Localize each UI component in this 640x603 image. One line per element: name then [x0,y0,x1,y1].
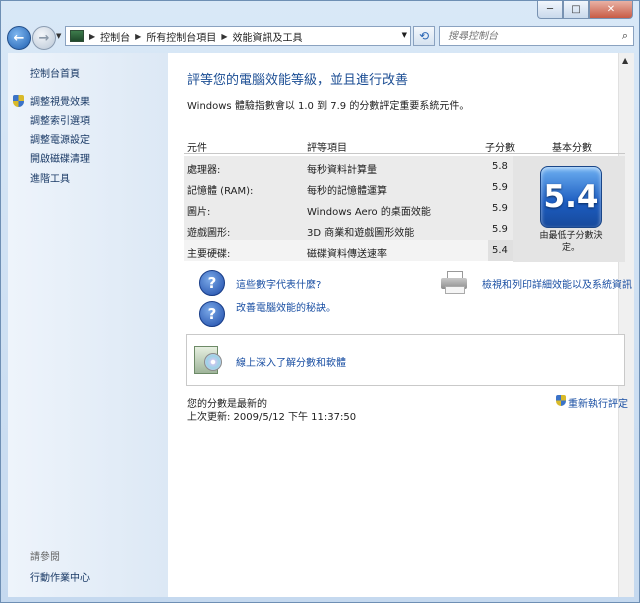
row-rating: 磁碟資料傳送速率 [307,249,387,260]
row-component: 記憶體 (RAM): [187,186,254,197]
tips-question-icon: ? [199,301,225,327]
row-rating: Windows Aero 的桌面效能 [307,207,431,218]
sidebar-link-advanced[interactable]: 進階工具 [30,170,70,185]
breadcrumb-control-panel[interactable]: 控制台 [100,29,130,44]
help-question-icon: ? [199,270,225,296]
row-component: 處理器: [187,165,221,176]
minimize-button[interactable]: ─ [537,1,563,19]
refresh-button[interactable]: ⟲ [413,26,435,46]
control-panel-window: ─ □ ✕ ← → ▼ ▶ 控制台 ▶ 所有控制台項目 ▶ 效能資訊及工具 ▼ … [0,0,640,603]
sidebar-link-disk-cleanup[interactable]: 開啟磁碟清理 [30,150,90,165]
sidebar-link-power[interactable]: 調整電源設定 [30,131,90,146]
software-disc-icon [194,343,222,374]
back-arrow-icon: ← [13,30,25,46]
caption-buttons: ─ □ ✕ [537,1,633,19]
maximize-button[interactable]: □ [563,1,589,19]
row-component: 主要硬碟: [187,249,231,260]
forward-button[interactable]: → [32,26,56,50]
vertical-scrollbar[interactable]: ▲ [618,53,634,597]
refresh-icon: ⟲ [418,29,430,43]
online-learn-more-link[interactable]: 線上深入了解分數和軟體 [236,354,346,369]
breadcrumb-all-items[interactable]: 所有控制台項目 [146,29,216,44]
printer-icon [441,271,469,294]
base-score-badge: 5.4 [540,166,602,228]
base-score-caption: 由最低子分數決定。 [539,231,603,253]
what-numbers-mean-link[interactable]: 這些數字代表什麼? [236,276,321,291]
row-subscore: 5.9 [492,203,508,214]
sidebar-link-visual-effects[interactable]: 調整視覺效果 [30,93,90,108]
address-bar[interactable]: ▶ 控制台 ▶ 所有控制台項目 ▶ 效能資訊及工具 ▼ [65,26,411,46]
sidebar-link-action-center[interactable]: 行動作業中心 [30,569,90,584]
performance-tips-link[interactable]: 改善電腦效能的秘訣。 [236,299,336,314]
last-update-text: 上次更新: 2009/5/12 下午 11:37:50 [187,412,357,423]
table-header-divider [184,153,625,154]
close-button[interactable]: ✕ [589,1,633,19]
row-subscore: 5.8 [492,161,508,172]
sidebar-link-indexing[interactable]: 調整索引選項 [30,112,90,127]
search-box[interactable]: ⌕ [439,26,634,46]
breadcrumb-separator-icon[interactable]: ▶ [135,32,141,41]
page-title: 評等您的電腦效能等級，並且進行改善 [187,73,409,88]
back-button[interactable]: ← [7,26,31,50]
row-rating: 每秒資料計算量 [307,165,377,176]
breadcrumb-separator-icon[interactable]: ▶ [89,32,95,41]
search-icon[interactable]: ⌕ [622,29,628,43]
uac-shield-icon [13,95,24,107]
column-header-rating: 評等項目 [307,143,347,154]
see-also-heading: 請參閱 [30,552,60,563]
column-header-base-score: 基本分數 [552,143,592,154]
control-panel-icon [70,30,84,42]
print-details-link[interactable]: 檢視和列印詳細效能以及系統資訊 [482,276,632,291]
page-subtitle: Windows 體驗指數會以 1.0 到 7.9 的分數評定重要系統元件。 [187,101,470,112]
sidebar-link-home[interactable]: 控制台首頁 [30,65,80,80]
row-rating: 3D 商業和遊戲圖形效能 [307,228,415,239]
row-rating: 每秒的記憶體運算 [307,186,387,197]
row-subscore: 5.4 [492,245,508,256]
row-subscore: 5.9 [492,182,508,193]
navigation-bar: ← → ▼ ▶ 控制台 ▶ 所有控制台項目 ▶ 效能資訊及工具 ▼ ⟲ ⌕ [1,23,640,51]
scroll-up-icon[interactable]: ▲ [622,56,628,65]
recent-pages-dropdown[interactable]: ▼ [56,32,61,40]
breadcrumb-separator-icon[interactable]: ▶ [221,32,227,41]
row-component: 圖片: [187,207,211,218]
search-input[interactable] [446,29,610,43]
breadcrumb-performance[interactable]: 效能資訊及工具 [232,29,302,44]
column-header-subscore: 子分數 [485,143,515,154]
row-component: 遊戲圖形: [187,228,231,239]
row-subscore: 5.9 [492,224,508,235]
rerun-assessment-link[interactable]: 重新執行評定 [568,395,628,410]
address-dropdown-icon[interactable]: ▼ [402,31,407,39]
forward-arrow-icon: → [38,30,50,46]
main-content [168,53,632,597]
column-header-component: 元件 [187,143,207,154]
uac-shield-icon [556,395,566,406]
